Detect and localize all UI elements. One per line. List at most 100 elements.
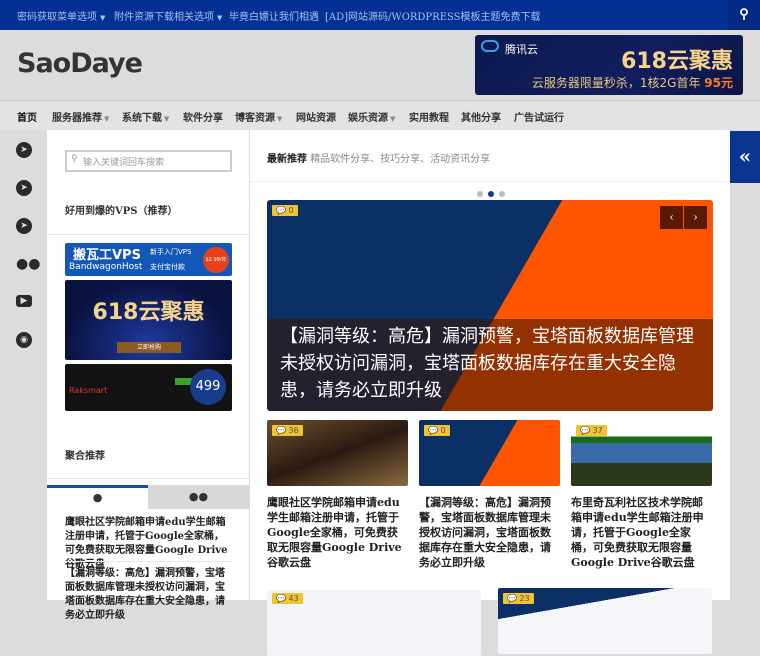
telegram-icon[interactable]: ➤	[16, 142, 32, 158]
slider-dot[interactable]	[499, 191, 505, 197]
site-logo[interactable]: SaoDaye	[17, 48, 143, 79]
comment-count: 36	[288, 426, 299, 435]
ad-button: 立即抢购	[117, 342, 181, 353]
banner-price: 95元	[704, 76, 733, 90]
post-card[interactable]: 💬 0 【漏洞等级：高危】漏洞预警，宝塔面板数据库管理未授权访问漏洞，宝塔面板数…	[419, 420, 560, 570]
github-icon[interactable]: ◉	[16, 332, 32, 348]
nav-item[interactable]: 广告试运行	[514, 109, 564, 124]
top-menu-item[interactable]: 密码获取菜单选项 ▼	[17, 8, 105, 23]
sidebar-post[interactable]: 【漏洞等级：高危】漏洞预警，宝塔面板数据库管理未授权访问漏洞，宝塔面板数据库存在…	[65, 567, 233, 623]
slider-caption[interactable]: 【漏洞等级：高危】漏洞预警，宝塔面板数据库管理未授权访问漏洞，宝塔面板数据库存在…	[267, 319, 713, 411]
comment-badge: 💬 37	[576, 425, 607, 436]
aggregate-heading: 聚合推荐	[65, 451, 105, 462]
slider-dot[interactable]	[477, 191, 483, 197]
wechat-icon[interactable]: ●●	[16, 256, 40, 272]
cloud-icon	[481, 40, 499, 52]
comment-badge: 💬 0	[424, 425, 450, 436]
nav-item[interactable]: 实用教程	[409, 109, 449, 124]
ad-title: 618云聚惠	[92, 300, 205, 325]
banner-subtitle: 云服务器限量秒杀，1核2G首年 95元	[532, 74, 733, 91]
comment-badge: 💬 36	[272, 425, 303, 436]
section-header: 最新推荐 精品软件分享、技巧分享、活动资讯分享	[267, 150, 490, 165]
vps-heading: 好用到爆的VPS（推荐）	[65, 206, 178, 217]
telegram-icon[interactable]: ➤	[16, 218, 32, 234]
bandwagon-ad[interactable]: 搬瓦工VPS BandwagonHost 新手入门VPS 支付宝付款 $2.99…	[65, 243, 232, 276]
caret-down-icon: ▼	[104, 114, 110, 123]
caret-down-icon: ▼	[164, 114, 170, 123]
nav-item-home[interactable]: 首页	[17, 109, 37, 124]
slider-dots	[477, 187, 510, 200]
top-menu-item[interactable]: 毕竟白嫖让我们相遇	[229, 8, 319, 23]
post-card[interactable]: 💬 36 鹰眼社区学院邮箱申请edu学生邮箱注册申请，托管于Google全家桶，…	[267, 420, 408, 570]
tencent-cloud-ad[interactable]: 618云聚惠 立即抢购	[65, 280, 232, 360]
chevron-right-icon: ›	[693, 210, 698, 224]
sidebar-post[interactable]: 鹰眼社区学院邮箱申请edu学生邮箱注册申请，托管于Google全家桶，可免费获取…	[65, 516, 233, 572]
sidebar: ⚲ 输入关键词回车搜索 好用到爆的VPS（推荐） 搬瓦工VPS Bandwagon…	[47, 130, 249, 621]
nav-item[interactable]: 软件分享	[183, 109, 223, 124]
slider-next-button[interactable]: ›	[684, 206, 707, 229]
post-title[interactable]: 鹰眼社区学院邮箱申请edu学生邮箱注册申请，托管于Google全家桶，可免费获取…	[267, 495, 408, 570]
nav-item[interactable]: 网站资源	[296, 109, 336, 124]
header: SaoDaye 腾讯云 618云聚惠 云服务器限量秒杀，1核2G首年 95元	[0, 30, 760, 101]
comment-count: 37	[592, 426, 603, 435]
nav-label: 服务器推荐	[52, 113, 102, 124]
comments-icon: ●●	[188, 490, 209, 503]
ad-brand: Raksmart	[69, 386, 108, 395]
nav-item[interactable]: 系统下载 ▼	[122, 109, 169, 124]
nav-item[interactable]: 博客资源 ▼	[235, 109, 282, 124]
raksmart-ad[interactable]: Raksmart 499	[65, 364, 232, 411]
top-menu-item[interactable]: 附件资源下载相关选项 ▼	[114, 8, 222, 23]
ad-tag: 支付宝付款	[150, 263, 185, 271]
banner-brand: 腾讯云	[505, 43, 538, 56]
post-card[interactable]: 💬 23	[498, 588, 712, 654]
ad-sub: BandwagonHost	[69, 262, 143, 272]
search-input[interactable]: ⚲ 输入关键词回车搜索	[65, 150, 232, 172]
youtube-icon[interactable]: ▶	[16, 295, 32, 307]
search-icon: ⚲	[71, 154, 78, 164]
ad-price: $2.99/年	[203, 247, 229, 273]
comment-count: 23	[519, 594, 530, 603]
divider	[65, 561, 233, 562]
section-subtitle: 精品软件分享、技巧分享、活动资讯分享	[310, 154, 491, 165]
divider	[250, 181, 730, 182]
clock-icon: ●	[92, 491, 103, 504]
nav-item[interactable]: 娱乐资源 ▼	[348, 109, 395, 124]
main-nav: 首页 服务器推荐 ▼ 系统下载 ▼ 软件分享 博客资源 ▼ 网站资源 娱乐资源 ▼ 实用…	[0, 101, 760, 130]
header-ad-banner[interactable]: 腾讯云 618云聚惠 云服务器限量秒杀，1核2G首年 95元	[475, 35, 743, 95]
tab-comments[interactable]: ●●	[148, 485, 249, 509]
search-icon: ⚲	[739, 7, 749, 22]
collapse-sidebar-button[interactable]: «	[730, 131, 760, 183]
comment-badge: 💬 0	[272, 205, 298, 216]
nav-label: 娱乐资源	[348, 113, 388, 124]
menu-label: 密码获取菜单选项	[17, 12, 97, 23]
post-title[interactable]: 布里奇瓦利社区技术学院邮箱申请edu学生邮箱注册申请，托管于Google全家桶，…	[571, 495, 712, 570]
slider-prev-button[interactable]: ‹	[660, 206, 683, 229]
ad-title: 搬瓦工VPS	[73, 248, 141, 263]
nav-label: 系统下载	[122, 113, 162, 124]
banner-subtitle-text: 云服务器限量秒杀，1核2G首年	[531, 76, 705, 90]
ad-price: 499	[190, 369, 226, 405]
search-button[interactable]: ⚲	[728, 0, 760, 30]
divider	[47, 234, 249, 235]
caret-down-icon: ▼	[217, 14, 223, 22]
nav-item[interactable]: 其他分享	[461, 109, 501, 124]
featured-slider[interactable]: 💬 0 ‹ › 【漏洞等级：高危】漏洞预警，宝塔面板数据库管理未授权访问漏洞，宝…	[267, 200, 713, 411]
sidebar-tabs: ● ●●	[47, 485, 249, 509]
tab-latest[interactable]: ●	[47, 485, 148, 509]
comment-badge: 💬 43	[272, 593, 303, 604]
top-bar: 密码获取菜单选项 ▼ 附件资源下载相关选项 ▼ 毕竟白嫖让我们相遇 [AD]网站源码…	[0, 0, 760, 30]
comment-badge: 💬 23	[503, 593, 534, 604]
double-chevron-left-icon: «	[738, 144, 752, 168]
post-card[interactable]: 💬 37 布里奇瓦利社区技术学院邮箱申请edu学生邮箱注册申请，托管于Googl…	[571, 420, 712, 570]
banner-title: 618云聚惠	[621, 49, 733, 74]
main-content: 最新推荐 精品软件分享、技巧分享、活动资讯分享 💬 0 ‹ › 【漏洞等级：高危…	[250, 130, 730, 656]
caret-down-icon: ▼	[277, 114, 283, 123]
comment-count: 0	[288, 206, 294, 215]
slider-dot-active[interactable]	[488, 191, 494, 197]
telegram-icon[interactable]: ➤	[16, 180, 32, 196]
social-column: ➤ ➤ ➤ ●● ▶ ◉	[0, 130, 47, 600]
nav-item[interactable]: 服务器推荐 ▼	[52, 109, 109, 124]
divider	[47, 478, 249, 479]
post-title[interactable]: 【漏洞等级：高危】漏洞预警，宝塔面板数据库管理未授权访问漏洞，宝塔面板数据库存在…	[419, 495, 560, 570]
top-menu-item[interactable]: [AD]网站源码/WORDPRESS模板主题免费下载	[325, 8, 541, 23]
